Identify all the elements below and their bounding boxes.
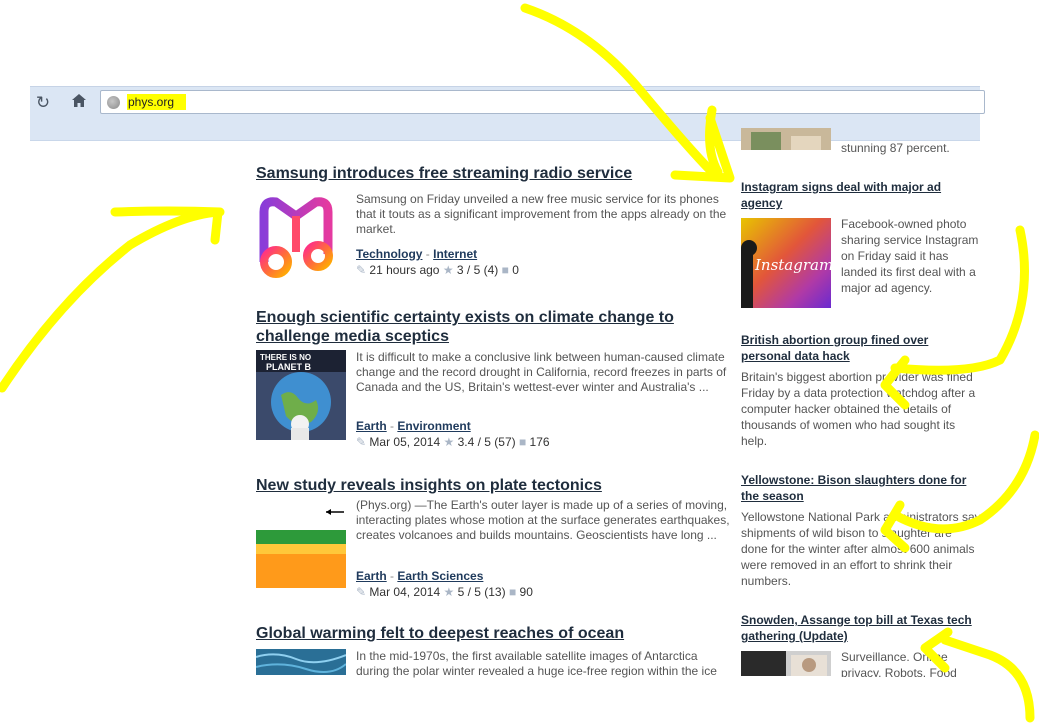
svg-text:THERE IS NO: THERE IS NO — [260, 353, 311, 362]
article-comments: 90 — [519, 585, 533, 599]
article-summary: Surveillance. Online privacy. Robots. Fo… — [841, 650, 957, 677]
browser-toolbar: ↻ phys.org — [30, 86, 985, 141]
article-time: Mar 04, 2014 — [369, 585, 441, 599]
article-item: Enough scientific certainty exists on cl… — [256, 308, 731, 449]
article-title-link[interactable]: Enough scientific certainty exists on cl… — [256, 308, 731, 346]
globe-icon — [107, 96, 120, 109]
article-thumbnail[interactable] — [741, 128, 831, 150]
article-item: Global warming felt to deepest reaches o… — [256, 624, 731, 684]
tag-earth[interactable]: Earth — [356, 569, 387, 583]
article-time: 21 hours ago — [369, 263, 440, 277]
tag-environment[interactable]: Environment — [397, 419, 470, 433]
article-meta: ✎ 21 hours ago ★ 3 / 5 (4) ■ 0 — [356, 263, 519, 277]
article-time: Mar 05, 2014 — [369, 435, 441, 449]
article-rating: 3.4 / 5 (57) — [457, 435, 516, 449]
article-comments: 176 — [529, 435, 550, 449]
article-summary: It is difficult to make a conclusive lin… — [356, 350, 727, 394]
article-summary: Facebook-owned photo sharing service Ins… — [841, 217, 979, 295]
article-thumbnail[interactable] — [741, 651, 831, 676]
side-article-title-link[interactable]: Snowden, Assange top bill at Texas tech … — [741, 612, 976, 644]
home-icon[interactable] — [68, 93, 90, 113]
article-thumbnail[interactable] — [256, 192, 346, 282]
article-item: Samsung introduces free streaming radio … — [256, 164, 731, 284]
pencil-icon: ✎ — [356, 435, 367, 449]
svg-text:PLANET B: PLANET B — [266, 362, 312, 372]
tag-earth[interactable]: Earth — [356, 419, 387, 433]
comment-icon: ■ — [518, 435, 527, 449]
tag-earth-sciences[interactable]: Earth Sciences — [397, 569, 483, 583]
reload-icon[interactable]: ↻ — [32, 93, 54, 113]
article-meta: ✎ Mar 05, 2014 ★ 3.4 / 5 (57) ■ 176 — [356, 435, 550, 449]
address-bar[interactable]: phys.org — [100, 90, 985, 114]
side-article-title-link[interactable]: British abortion group fined over person… — [741, 332, 981, 364]
article-summary: Britain's biggest abortion provider was … — [741, 370, 976, 448]
pencil-icon: ✎ — [356, 263, 367, 277]
comment-icon: ■ — [508, 585, 517, 599]
star-icon: ★ — [443, 435, 455, 449]
url-text: phys.org — [127, 94, 187, 110]
article-thumbnail[interactable] — [256, 498, 346, 588]
article-summary: Samsung on Friday unveiled a new free mu… — [356, 192, 727, 236]
article-thumbnail[interactable]: THERE IS NO PLANET B — [256, 350, 346, 440]
article-rating: 5 / 5 (13) — [457, 585, 506, 599]
tag-technology[interactable]: Technology — [356, 247, 422, 261]
article-rating: 3 / 5 (4) — [456, 263, 499, 277]
article-tags: Technology - Internet — [356, 247, 478, 261]
article-summary: In the mid-1970s, the first available sa… — [356, 649, 717, 678]
star-icon: ★ — [443, 585, 455, 599]
article-item: New study reveals insights on plate tect… — [256, 476, 731, 601]
article-summary: (Phys.org) —The Earth's outer layer is m… — [356, 498, 730, 542]
article-summary: Yellowstone National Park administrators… — [741, 510, 981, 588]
article-thumbnail[interactable]: Instagram — [741, 218, 831, 308]
article-title-link[interactable]: Global warming felt to deepest reaches o… — [256, 624, 731, 643]
article-title-link[interactable]: Samsung introduces free streaming radio … — [256, 164, 731, 183]
article-summary-tail: stunning 87 percent. — [841, 141, 950, 155]
article-tags: Earth - Earth Sciences — [356, 569, 484, 583]
article-tags: Earth - Environment — [356, 419, 471, 433]
comment-icon: ■ — [501, 263, 509, 277]
star-icon: ★ — [442, 263, 454, 277]
tag-internet[interactable]: Internet — [433, 247, 477, 261]
svg-text:Instagram: Instagram — [754, 256, 831, 274]
side-article-title-link[interactable]: Yellowstone: Bison slaughters done for t… — [741, 472, 971, 504]
article-meta: ✎ Mar 04, 2014 ★ 5 / 5 (13) ■ 90 — [356, 585, 533, 599]
article-title-link[interactable]: New study reveals insights on plate tect… — [256, 476, 731, 495]
pencil-icon: ✎ — [356, 585, 367, 599]
article-thumbnail[interactable] — [256, 649, 346, 675]
article-comments: 0 — [512, 263, 519, 277]
side-article-title-link[interactable]: Instagram signs deal with major ad agenc… — [741, 179, 951, 211]
